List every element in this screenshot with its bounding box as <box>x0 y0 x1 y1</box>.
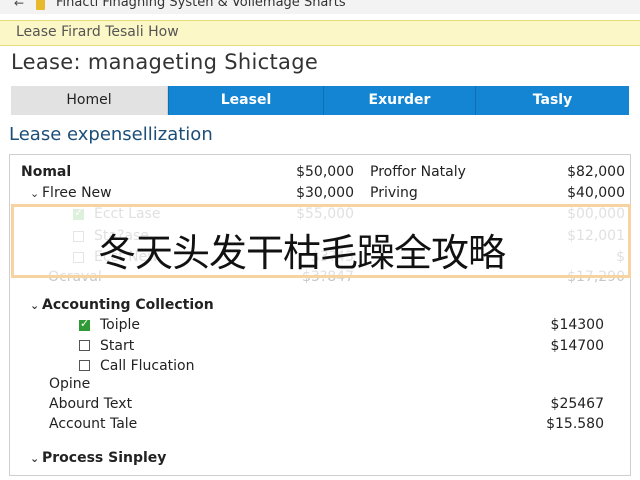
title-bar: ← Finactl Finagning Systen & Vollemage S… <box>0 0 640 14</box>
list-item-label: Call Flucation <box>100 358 195 374</box>
tab-tasly[interactable]: Tasly <box>475 86 629 115</box>
overlay-text: 冬天头发干枯毛躁全攻略 <box>98 231 506 275</box>
list-item-label: Opine <box>49 376 91 392</box>
app-icon <box>36 0 45 10</box>
row-amount-secondary: $82,000 <box>567 164 625 180</box>
row-amount: $14700 <box>550 338 604 354</box>
list-item-label: Toiple <box>100 317 141 333</box>
page-title: Lease: manageting Shictage <box>11 50 319 74</box>
chevron-down-icon: ⌄ <box>30 452 40 465</box>
row-amount: $15.580 <box>546 416 604 432</box>
tab-leasel[interactable]: Leasel <box>168 86 323 115</box>
row-label-secondary: Proffor Nataly <box>370 164 466 180</box>
checkbox-toiple[interactable] <box>79 317 90 331</box>
checkbox-start[interactable] <box>79 340 90 351</box>
group-label: Flree New <box>42 185 112 201</box>
group-label: Accounting Collection <box>42 297 214 313</box>
row-amount: $50,000 <box>296 164 354 180</box>
chevron-down-icon: ⌄ <box>30 187 40 200</box>
notice-bar: Lease Firard Tesali How <box>0 20 640 46</box>
tab-exurder[interactable]: Exurder <box>323 86 475 115</box>
list-item-label: Abourd Text <box>49 396 133 412</box>
tab-homel[interactable]: Homel <box>11 86 168 115</box>
back-arrow-icon[interactable]: ← <box>14 0 24 10</box>
row-label-secondary: Priving <box>370 185 418 201</box>
list-item-label: Account Tale <box>49 416 138 432</box>
row-amount: $14300 <box>550 317 604 333</box>
list-item-label: Start <box>100 338 135 354</box>
checkbox-call-flucation[interactable] <box>79 360 90 371</box>
group-accounting-collection[interactable]: ⌄ Accounting Collection <box>30 297 214 313</box>
section-title: Lease expensellization <box>9 124 213 145</box>
chevron-down-icon: ⌄ <box>30 299 40 312</box>
row-amount-secondary: $40,000 <box>567 185 625 201</box>
row-label: Nomal <box>21 164 72 180</box>
group-label: Process Sinpley <box>42 450 167 466</box>
row-amount: $30,000 <box>296 185 354 201</box>
window-title: Finactl Finagning Systen & Vollemage Sha… <box>56 0 346 10</box>
group-process-sinpley[interactable]: ⌄ Process Sinpley <box>30 450 166 466</box>
tab-bar: Homel Leasel Exurder Tasly <box>11 86 629 115</box>
row-amount: $25467 <box>550 396 604 412</box>
group-flree-new[interactable]: ⌄ Flree New <box>30 185 112 201</box>
notice-text: Lease Firard Tesali How <box>16 24 179 40</box>
